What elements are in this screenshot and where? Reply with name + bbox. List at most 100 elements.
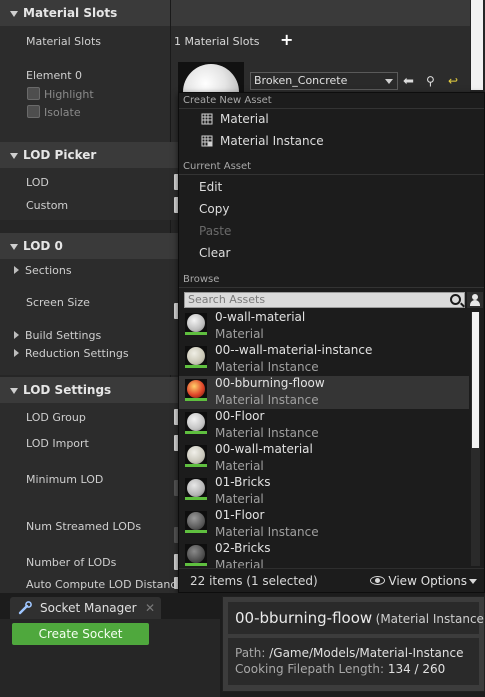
asset-type-tag bbox=[185, 398, 207, 401]
isolate-checkbox[interactable] bbox=[27, 105, 40, 118]
list-item[interactable]: 01-Bricks Material bbox=[179, 475, 469, 508]
custom-label: Custom bbox=[26, 199, 69, 212]
asset-name: 00--wall-material-instance bbox=[215, 343, 373, 357]
list-item[interactable]: 00-Floor Material Instance bbox=[179, 409, 469, 442]
asset-type: Material Instance bbox=[215, 393, 319, 407]
reduction-settings-label[interactable]: Reduction Settings bbox=[14, 347, 129, 360]
section-material-slots[interactable]: Material Slots bbox=[0, 0, 470, 26]
isolate-label: Isolate bbox=[44, 106, 81, 119]
asset-name: 0-wall-material bbox=[215, 310, 306, 324]
path-value: /Game/Models/Material-Instance bbox=[269, 646, 464, 660]
eye-icon bbox=[370, 576, 386, 585]
asset-name: 01-Bricks bbox=[215, 475, 271, 489]
asset-orb bbox=[187, 446, 205, 464]
copy-item[interactable]: Copy bbox=[179, 198, 484, 220]
current-asset-heading: Current Asset bbox=[183, 161, 252, 172]
browse-magnifier-icon[interactable]: ⚲ bbox=[426, 74, 435, 88]
asset-name: 00-wall-material bbox=[215, 442, 313, 456]
highlight-checkbox[interactable] bbox=[27, 87, 40, 100]
material-instance-icon bbox=[201, 135, 213, 147]
material-picker-menu: Create New Asset Material Material Insta… bbox=[178, 92, 485, 593]
list-item[interactable]: 01-Floor Material Instance bbox=[179, 508, 469, 541]
tooltip-header: 00-bburning-floow (Material Instance) bbox=[228, 602, 485, 634]
list-item[interactable]: 00-wall-material Material bbox=[179, 442, 469, 475]
create-socket-button[interactable]: Create Socket bbox=[12, 623, 149, 645]
asset-list: 0-wall-material Material 00--wall-materi… bbox=[179, 310, 469, 568]
tab-socket-manager[interactable]: Socket Manager ✕ bbox=[10, 597, 161, 619]
list-item[interactable]: 02-Bricks Material bbox=[179, 541, 469, 568]
paste-item: Paste bbox=[199, 224, 232, 238]
tooltip-asset-name: 00-bburning-floow bbox=[235, 609, 373, 627]
asset-type: Material bbox=[215, 459, 264, 473]
material-combo-value: Broken_Concrete bbox=[254, 74, 348, 87]
close-icon[interactable]: ✕ bbox=[145, 597, 155, 619]
asset-thumbnail bbox=[185, 511, 207, 533]
material-combo[interactable]: Broken_Concrete bbox=[250, 72, 398, 90]
list-item-selected[interactable]: 00-bburning-floow Material Instance bbox=[179, 376, 469, 409]
lod-import-label: LOD Import bbox=[26, 437, 89, 450]
lod-label: LOD bbox=[26, 176, 49, 189]
build-settings-label[interactable]: Build Settings bbox=[14, 329, 101, 342]
asset-type: Material bbox=[215, 492, 264, 506]
asset-orb bbox=[187, 413, 205, 431]
asset-type-tag bbox=[185, 332, 207, 335]
minimum-lod-label: Minimum LOD bbox=[26, 473, 104, 486]
reset-arrow-icon[interactable]: ↩ bbox=[448, 74, 458, 88]
create-material-instance-item[interactable]: Material Instance bbox=[179, 130, 484, 152]
scrollbar-thumb[interactable] bbox=[472, 312, 479, 448]
plus-icon[interactable]: + bbox=[280, 30, 293, 49]
collapse-arrow-icon bbox=[10, 152, 18, 159]
asset-type-tag bbox=[185, 530, 207, 533]
use-selected-arrow-icon[interactable]: ⬅ bbox=[403, 74, 414, 89]
asset-list-scrollbar[interactable] bbox=[471, 312, 480, 566]
list-item[interactable]: 00--wall-material-instance Material Inst… bbox=[179, 343, 469, 376]
collapse-arrow-icon bbox=[10, 243, 18, 250]
edit-item[interactable]: Edit bbox=[179, 176, 484, 198]
create-new-asset-heading: Create New Asset bbox=[183, 95, 272, 106]
cooking-label: Cooking Filepath Length: bbox=[235, 662, 384, 676]
search-assets-input[interactable]: Search Assets bbox=[184, 292, 465, 308]
asset-type-tag bbox=[185, 563, 207, 566]
tooltip-body: Path: /Game/Models/Material-Instance Coo… bbox=[228, 638, 479, 685]
asset-type: Material Instance bbox=[215, 525, 319, 539]
screen-size-label: Screen Size bbox=[26, 296, 90, 309]
tooltip-path-line: Path: /Game/Models/Material-Instance bbox=[235, 645, 479, 661]
view-options-button[interactable]: View Options bbox=[370, 574, 477, 588]
create-material-item[interactable]: Material bbox=[179, 108, 484, 130]
asset-thumbnail bbox=[185, 544, 207, 566]
tooltip-cooking-line: Cooking Filepath Length: 134 / 260 bbox=[235, 661, 479, 677]
path-label: Path: bbox=[235, 646, 266, 660]
asset-type: Material Instance bbox=[215, 426, 319, 440]
sections-label[interactable]: Sections bbox=[14, 264, 72, 277]
chevron-down-icon bbox=[385, 79, 393, 84]
asset-thumbnail bbox=[185, 379, 207, 401]
user-filter-icon[interactable] bbox=[467, 292, 483, 308]
chevron-down-icon bbox=[469, 579, 477, 584]
asset-thumbnail bbox=[185, 412, 207, 434]
asset-type: Material Instance bbox=[215, 360, 319, 374]
asset-orb bbox=[187, 545, 205, 563]
search-placeholder: Search Assets bbox=[188, 293, 266, 306]
asset-name: 00-Floor bbox=[215, 409, 265, 423]
asset-type: Material bbox=[215, 558, 264, 568]
number-of-lods-label: Number of LODs bbox=[26, 556, 117, 569]
highlight-label: Highlight bbox=[44, 88, 94, 101]
asset-orb bbox=[187, 479, 205, 497]
element-0-label: Element 0 bbox=[26, 69, 83, 82]
view-options-label: View Options bbox=[388, 574, 467, 588]
lod-group-label: LOD Group bbox=[26, 411, 86, 424]
collapse-arrow-icon bbox=[10, 387, 18, 394]
asset-type-tag bbox=[185, 497, 207, 500]
asset-type-tag bbox=[185, 365, 207, 368]
list-item[interactable]: 0-wall-material Material bbox=[179, 310, 469, 343]
details-scrollbar[interactable] bbox=[471, 0, 483, 90]
browse-heading: Browse bbox=[183, 274, 220, 285]
user-body bbox=[470, 300, 480, 306]
menu-separator bbox=[179, 174, 484, 175]
material-slots-label: Material Slots bbox=[26, 35, 101, 48]
tooltip-asset-type: (Material Instance) bbox=[375, 612, 485, 626]
asset-type-tag bbox=[185, 464, 207, 467]
clear-item[interactable]: Clear bbox=[179, 242, 484, 264]
material-icon bbox=[201, 113, 213, 125]
asset-name: 01-Floor bbox=[215, 508, 265, 522]
